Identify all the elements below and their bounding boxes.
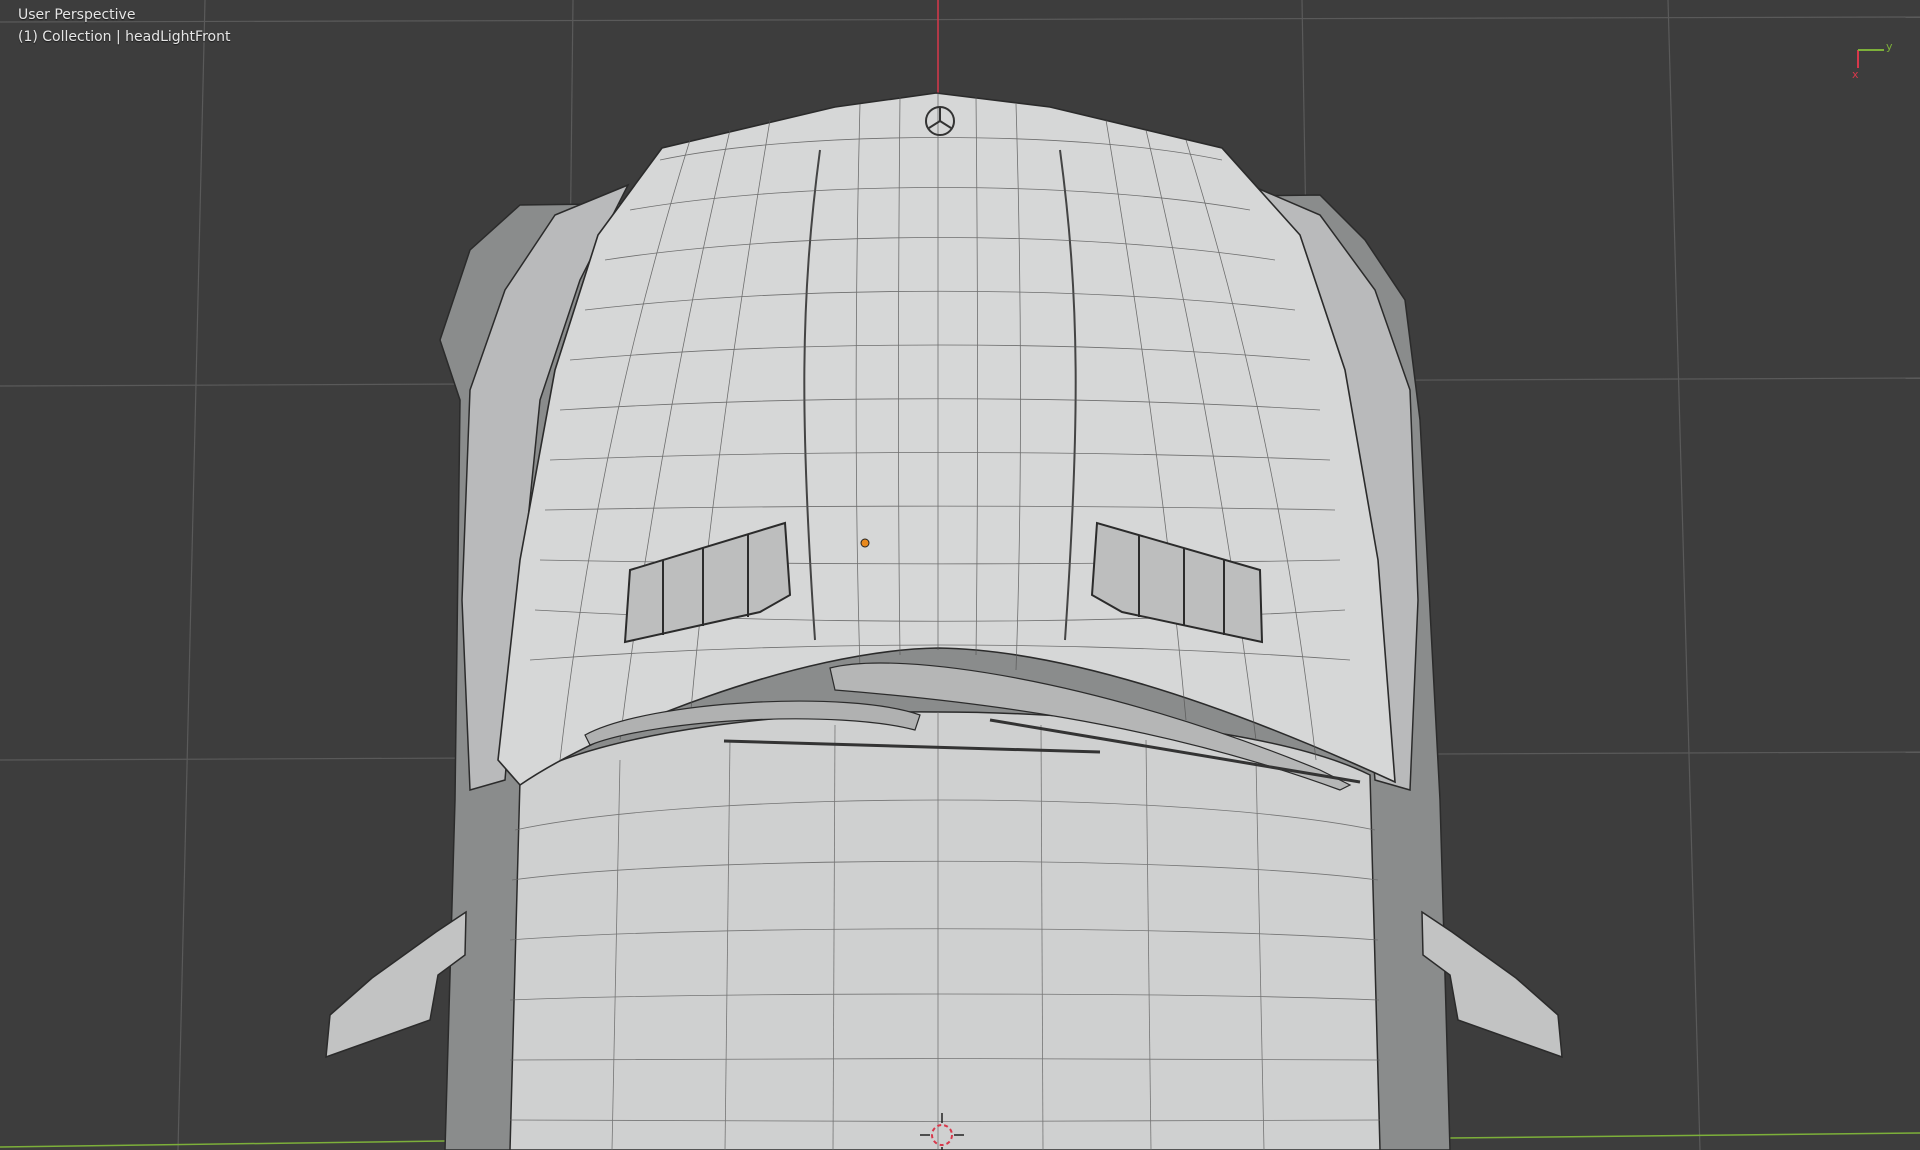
side-mirror-left	[325, 910, 467, 1059]
windshield	[509, 711, 1381, 1150]
gizmo-x-label: x	[1852, 68, 1859, 81]
viewport-scene[interactable]	[0, 0, 1920, 1150]
view-name-label: User Perspective	[18, 7, 136, 23]
object-origin-icon[interactable]	[860, 538, 870, 548]
3d-viewport[interactable]: User Perspective (1) Collection | headLi…	[0, 0, 1920, 1150]
y-axis-line-right	[1449, 1132, 1920, 1139]
axis-gizmo-icon[interactable]: y x	[1848, 38, 1898, 88]
y-axis-line-left	[0, 1140, 446, 1148]
car-mesh[interactable]	[325, 92, 1563, 1150]
collection-info-label: (1) Collection | headLightFront	[18, 29, 231, 45]
gizmo-y-label: y	[1886, 40, 1893, 53]
